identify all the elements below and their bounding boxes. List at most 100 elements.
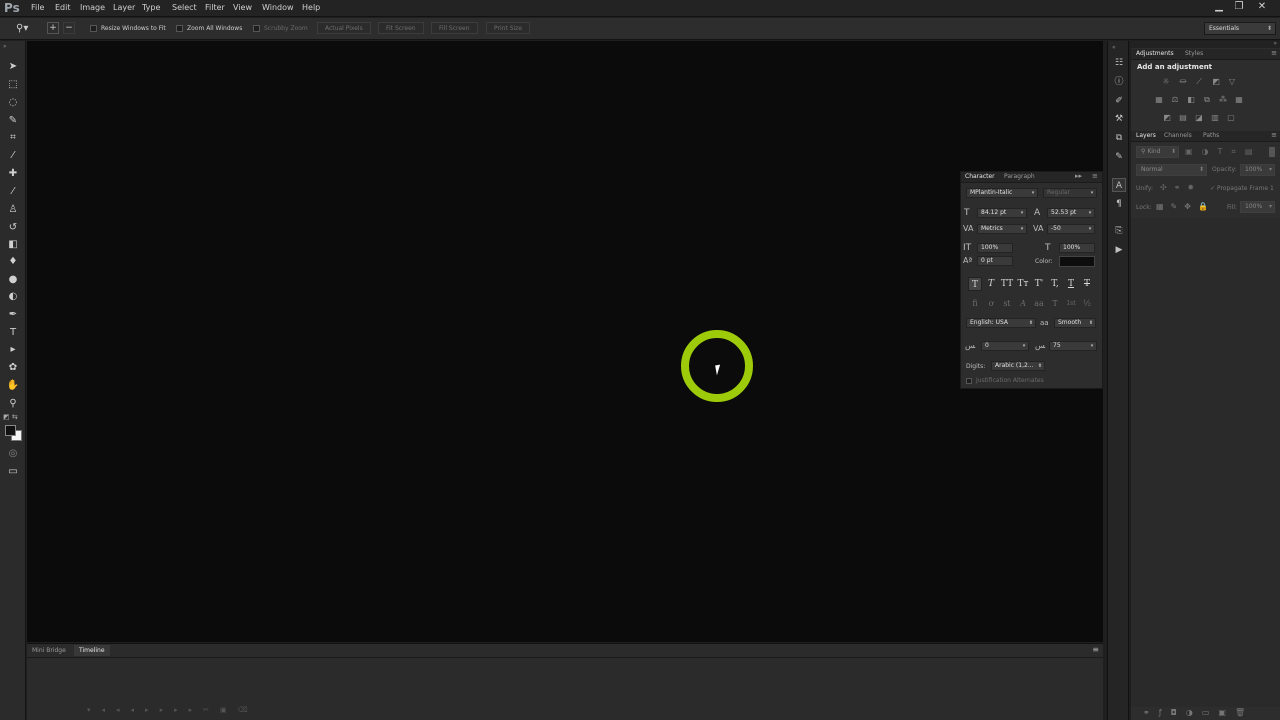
menu-edit[interactable]: Edit: [55, 3, 71, 12]
swash-button[interactable]: A: [1016, 298, 1030, 310]
paragraph-panel-icon[interactable]: ¶: [1112, 197, 1126, 211]
kerning-select[interactable]: Metrics ▾: [977, 224, 1027, 234]
fractions-button[interactable]: ½: [1080, 298, 1094, 310]
gradient-map-icon[interactable]: ▥: [1210, 113, 1220, 122]
menu-layer[interactable]: Layer: [113, 3, 135, 12]
type-tool-icon[interactable]: T: [6, 326, 20, 340]
filter-toggle[interactable]: [1269, 147, 1275, 157]
default-colors-icon[interactable]: ◩ ⇆: [3, 413, 18, 421]
eraser-tool-icon[interactable]: ◧: [6, 238, 20, 252]
discretionary-ligatures-button[interactable]: st: [1000, 298, 1014, 310]
tab-paragraph[interactable]: Paragraph: [1004, 172, 1035, 182]
tab-channels[interactable]: Channels: [1164, 131, 1192, 141]
strikethrough-button[interactable]: T: [1080, 277, 1094, 291]
character-panel-icon[interactable]: A: [1112, 178, 1126, 192]
menu-select[interactable]: Select: [172, 3, 197, 12]
timeline-panel-menu-icon[interactable]: ≡: [1092, 645, 1099, 654]
actual-pixels-button[interactable]: Actual Pixels: [317, 22, 371, 34]
justification-alternates-checkbox[interactable]: Justification Alternates: [966, 377, 1044, 384]
menu-image[interactable]: Image: [80, 3, 105, 12]
eyedropper-tool-icon[interactable]: ⁄: [6, 149, 20, 163]
leading-input[interactable]: 52.53 pt ▾: [1047, 208, 1095, 218]
marquee-tool-icon[interactable]: ⬚: [6, 78, 20, 92]
font-style-select[interactable]: Regular ▾: [1043, 188, 1097, 198]
channel-mixer-icon[interactable]: ⁂: [1218, 95, 1228, 104]
zoom-out-icon[interactable]: −: [63, 22, 75, 34]
contextual-alternates-button[interactable]: ơ: [984, 298, 998, 310]
blend-mode-select[interactable]: Normal ⬍: [1136, 164, 1207, 176]
brush-tool-icon[interactable]: ⁄: [6, 185, 20, 199]
foreground-color-swatch[interactable]: [5, 425, 16, 436]
clone-stamp-tool-icon[interactable]: ♙: [6, 203, 20, 217]
move-tool-icon[interactable]: ➤: [6, 60, 20, 74]
tab-character[interactable]: Character: [965, 172, 995, 182]
superscript-button[interactable]: T': [1032, 277, 1046, 291]
lasso-tool-icon[interactable]: ◌: [6, 96, 20, 110]
character-menu-icon[interactable]: ≡: [1092, 172, 1098, 180]
threshold-icon[interactable]: ◪: [1194, 113, 1204, 122]
layers-list[interactable]: [1131, 218, 1280, 707]
brightness-contrast-icon[interactable]: ☼: [1161, 77, 1171, 86]
zoom-in-icon[interactable]: +: [47, 22, 59, 34]
document-canvas[interactable]: [27, 41, 1103, 642]
language-select[interactable]: English: USA ⬍: [966, 318, 1036, 328]
print-size-button[interactable]: Print Size: [486, 22, 531, 34]
menu-file[interactable]: File: [31, 3, 44, 12]
tab-mini-bridge[interactable]: Mini Bridge: [27, 645, 71, 656]
text-color-swatch[interactable]: [1059, 256, 1095, 267]
tab-paths[interactable]: Paths: [1203, 131, 1219, 141]
history-panel-icon[interactable]: ☷: [1112, 56, 1126, 70]
play-action-icon[interactable]: ▶: [1112, 243, 1126, 257]
underline-button[interactable]: T: [1064, 277, 1078, 291]
tab-timeline[interactable]: Timeline: [74, 645, 110, 656]
vibrance-icon[interactable]: ▽: [1227, 77, 1237, 86]
screen-mode-icon[interactable]: ▭: [6, 465, 20, 479]
tab-layers[interactable]: Layers: [1136, 131, 1156, 141]
kashida-left-input[interactable]: 0 ▾: [981, 341, 1029, 351]
exposure-icon[interactable]: ◩: [1211, 77, 1221, 86]
digits-select[interactable]: Arabic (1,2... ⬍: [991, 361, 1045, 371]
invert-icon[interactable]: ◩: [1162, 113, 1172, 122]
menu-type[interactable]: Type: [142, 3, 160, 12]
fit-screen-button[interactable]: Fit Screen: [378, 22, 424, 34]
tab-styles[interactable]: Styles: [1185, 49, 1203, 59]
history-brush-tool-icon[interactable]: ↺: [6, 221, 20, 235]
black-white-icon[interactable]: ◧: [1186, 95, 1196, 104]
brush-panel-icon[interactable]: ✎: [1112, 150, 1126, 164]
paint-bucket-tool-icon[interactable]: ♦: [6, 255, 20, 269]
layer-kind-filter[interactable]: ⚲ Kind ⬍: [1136, 146, 1179, 158]
baseline-shift-input[interactable]: 0 pt: [977, 256, 1013, 266]
path-selection-tool-icon[interactable]: ▸: [6, 343, 20, 357]
minimize-button[interactable]: ▁: [1210, 1, 1228, 13]
shape-tool-icon[interactable]: ✿: [6, 361, 20, 375]
vertical-scale-input[interactable]: 100%: [977, 243, 1013, 253]
propagate-frame-checkbox[interactable]: ✓ Propagate Frame 1: [1210, 185, 1274, 192]
dodge-tool-icon[interactable]: ◐: [6, 290, 20, 304]
hand-tool-icon[interactable]: ✋: [6, 379, 20, 393]
brush-presets-icon[interactable]: ✐: [1112, 94, 1126, 108]
menu-window[interactable]: Window: [262, 3, 294, 12]
healing-brush-tool-icon[interactable]: ✚: [6, 167, 20, 181]
levels-icon[interactable]: ⏛: [1178, 77, 1188, 86]
menu-help[interactable]: Help: [302, 3, 320, 12]
selective-color-icon[interactable]: ▢: [1226, 113, 1236, 122]
hue-saturation-icon[interactable]: ▦: [1154, 95, 1164, 104]
photo-filter-icon[interactable]: ⧉: [1202, 95, 1212, 104]
zoom-tool-icon[interactable]: ⚲: [6, 397, 20, 411]
workspace-switcher[interactable]: Essentials ⬍: [1204, 22, 1276, 35]
resize-windows-checkbox[interactable]: Resize Windows to Fit: [90, 22, 166, 35]
font-size-input[interactable]: 84.12 pt ▾: [977, 208, 1027, 218]
zoom-all-windows-checkbox[interactable]: Zoom All Windows: [176, 22, 242, 35]
anti-alias-select[interactable]: Smooth ⬍: [1054, 318, 1096, 328]
curves-icon[interactable]: ⟋: [1194, 77, 1204, 86]
unify-icons[interactable]: ✣⚭✹: [1160, 183, 1201, 192]
color-lookup-icon[interactable]: ▦: [1234, 95, 1244, 104]
kashida-right-input[interactable]: 75 ▾: [1049, 341, 1097, 351]
tab-adjustments[interactable]: Adjustments: [1136, 49, 1174, 59]
blur-tool-icon[interactable]: ●: [6, 273, 20, 287]
subscript-button[interactable]: T,: [1048, 277, 1062, 291]
layer-filter-icons[interactable]: ▣◑T⌗▤: [1185, 147, 1262, 157]
tracking-select[interactable]: -50 ▾: [1047, 224, 1095, 234]
collapse-panel-icon[interactable]: ▸▸: [1075, 172, 1082, 180]
actions-panel-icon[interactable]: ⎘: [1112, 224, 1126, 238]
